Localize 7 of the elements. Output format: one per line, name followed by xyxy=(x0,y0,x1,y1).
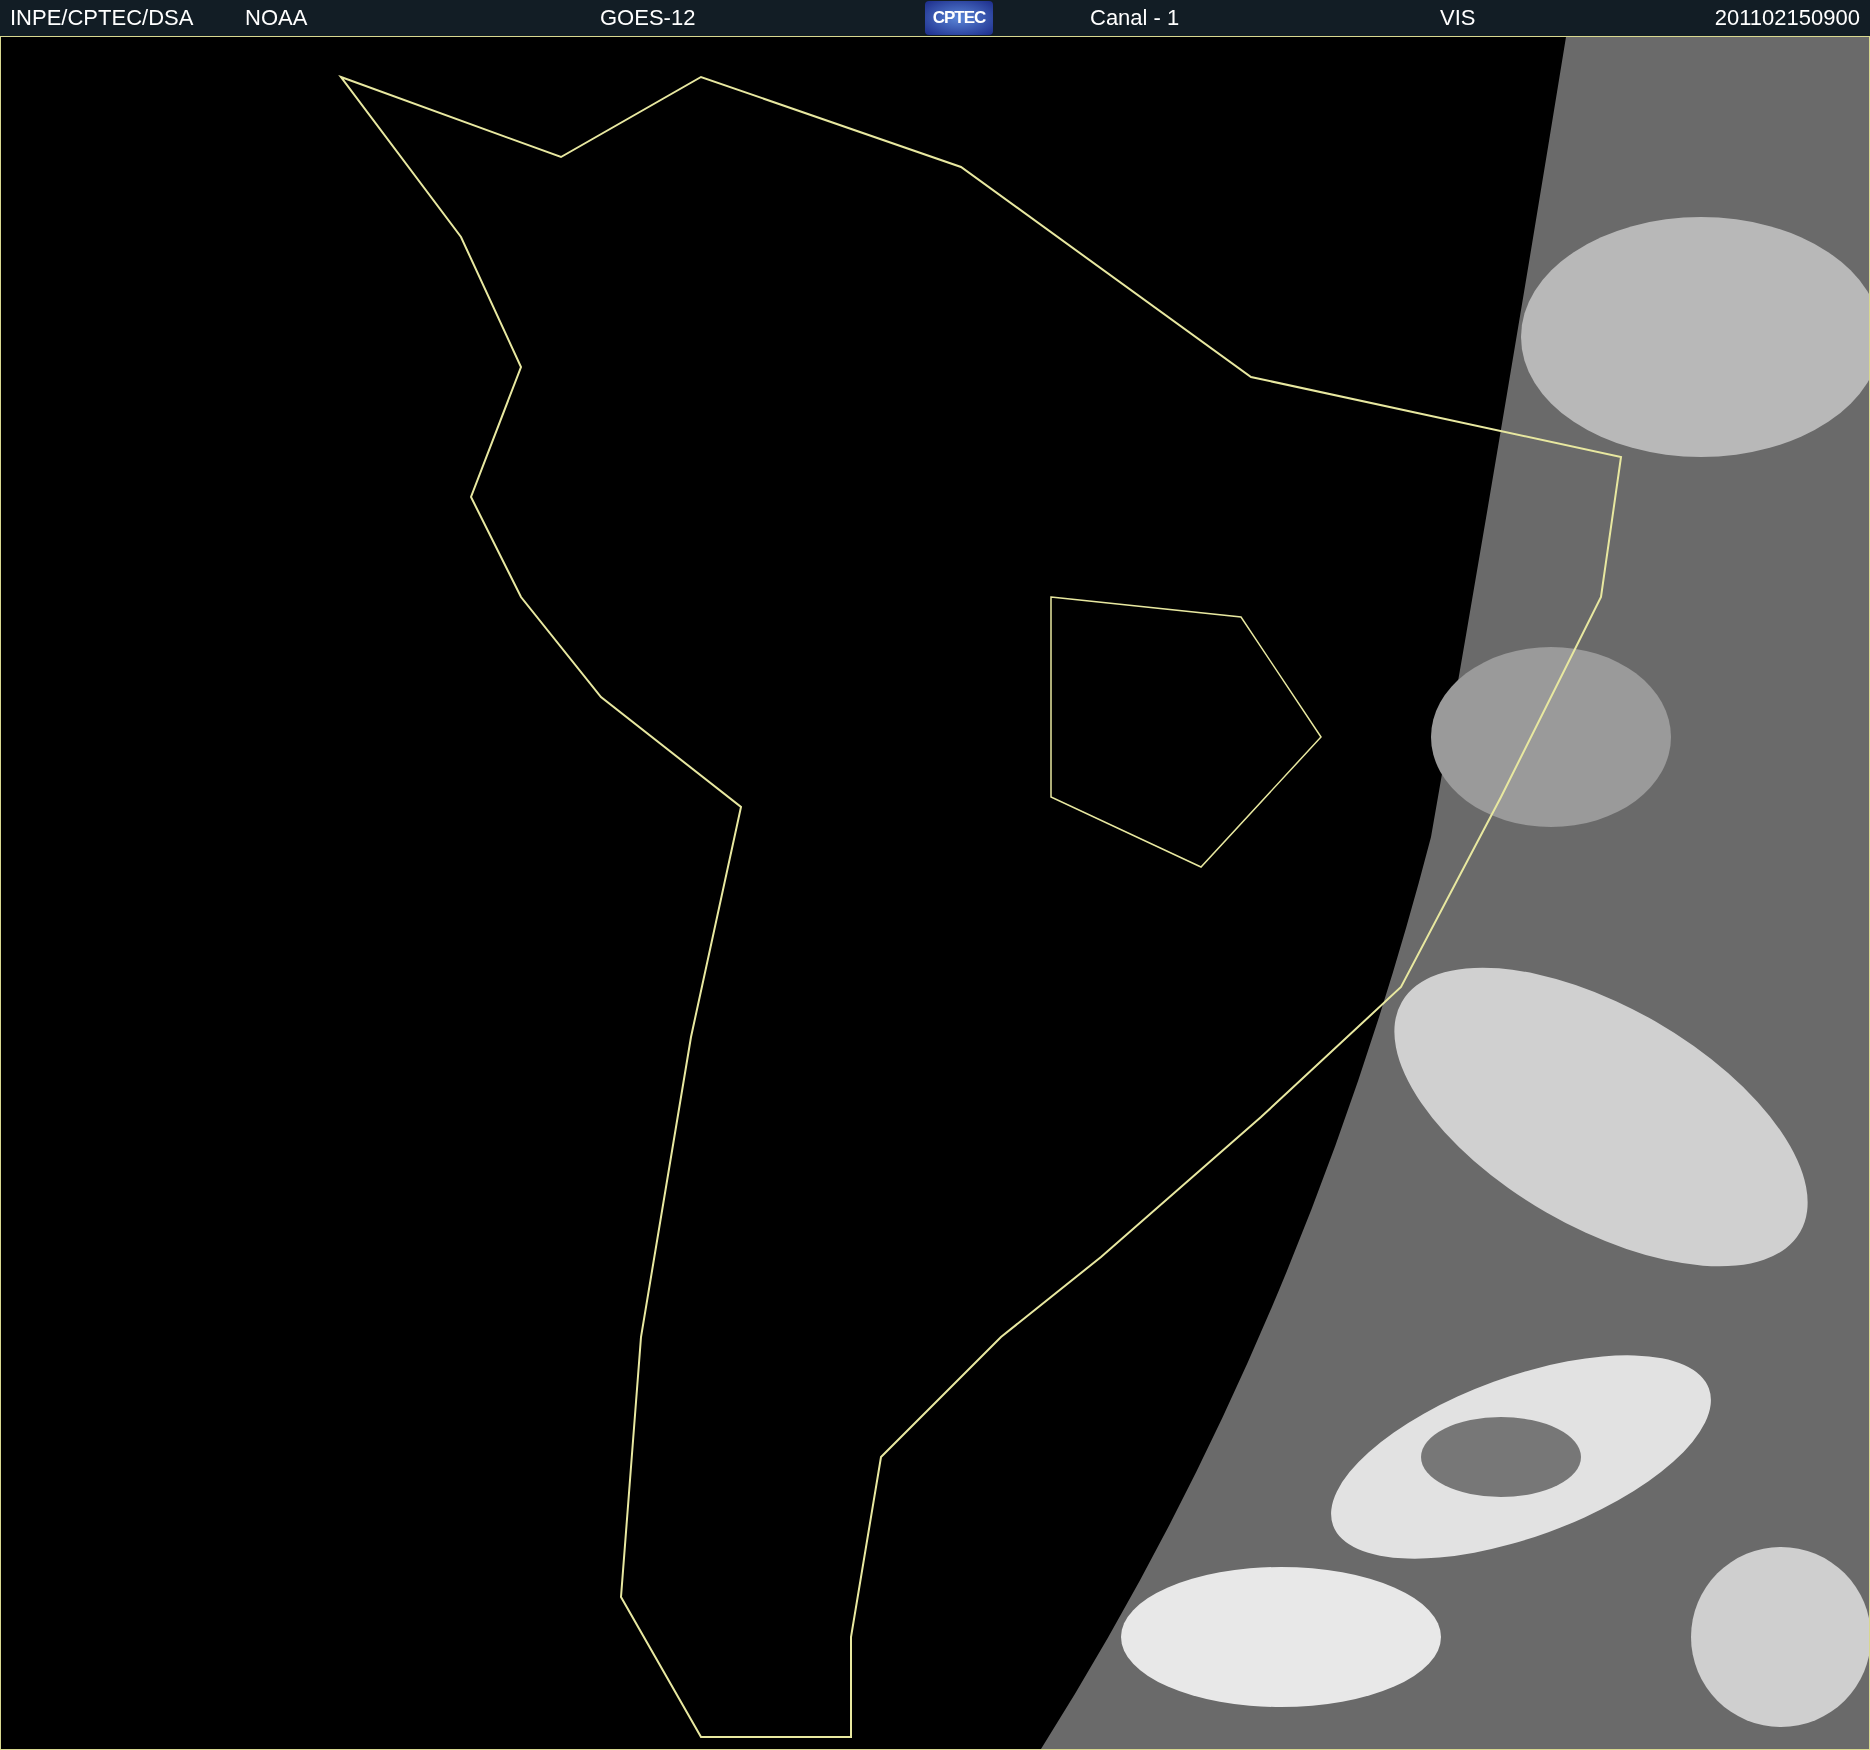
agency-label: NOAA xyxy=(245,5,309,31)
source-label: INPE/CPTEC/DSA xyxy=(10,5,195,31)
satellite-label: GOES-12 xyxy=(600,5,697,31)
logo: CPTEC xyxy=(925,1,993,35)
band-label: VIS xyxy=(1439,5,1477,31)
channel-label: Canal - 1 xyxy=(1089,5,1181,31)
timestamp-label: 201102150900 xyxy=(1713,5,1860,31)
